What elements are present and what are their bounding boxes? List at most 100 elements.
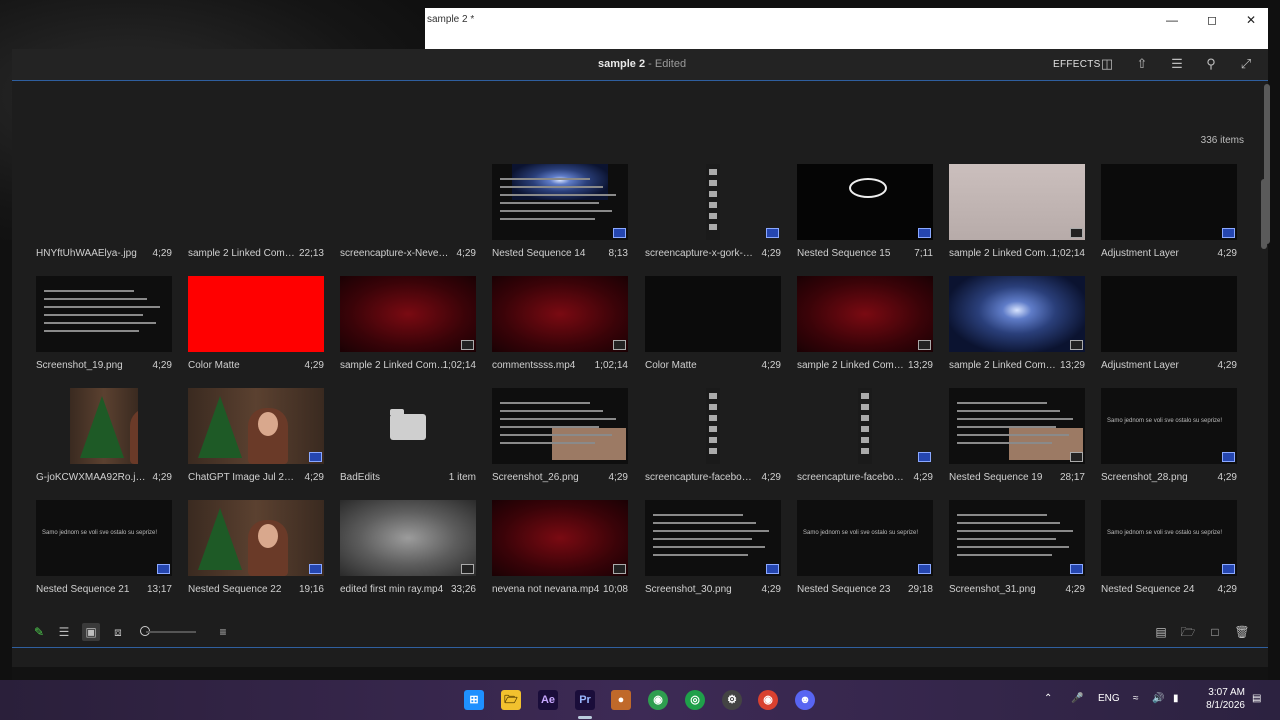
media-item[interactable]: Color Matte 4;29 bbox=[645, 276, 781, 376]
notification-icon[interactable]: ▤ bbox=[1252, 693, 1261, 704]
media-item[interactable]: Nested Sequence 14 8;13 bbox=[492, 164, 628, 264]
media-item[interactable]: commentssss.mp4 1;02;14 bbox=[492, 276, 628, 376]
battery-icon[interactable]: ▮ bbox=[1173, 693, 1179, 704]
media-item[interactable]: Nested Sequence 19 28;17 bbox=[949, 388, 1085, 488]
zoom-slider[interactable] bbox=[146, 631, 196, 633]
media-item[interactable]: Samo jednom se voli sve ostalo su sepriz… bbox=[36, 500, 172, 600]
media-item[interactable]: sample 2 Linked Comp... 1;02;14 bbox=[949, 164, 1085, 264]
media-thumbnail[interactable] bbox=[645, 164, 781, 240]
list-view-icon[interactable]: ☰ bbox=[55, 623, 73, 641]
media-item[interactable]: nevena not nevana.mp4 10;08 bbox=[492, 500, 628, 600]
media-thumbnail[interactable] bbox=[949, 500, 1085, 576]
minimize-button[interactable]: — bbox=[1152, 8, 1192, 32]
media-item[interactable]: ChatGPT Image Jul 20, 20... 4;29 bbox=[188, 388, 324, 488]
chrome-profile-icon[interactable]: ◉ bbox=[758, 690, 778, 710]
media-thumbnail[interactable] bbox=[492, 500, 628, 576]
media-item[interactable]: Nested Sequence 15 7;11 bbox=[797, 164, 933, 264]
tray-chevron-icon[interactable]: ⌃ bbox=[1044, 693, 1052, 704]
media-thumbnail[interactable] bbox=[1101, 276, 1237, 352]
media-item[interactable]: Screenshot_31.png 4;29 bbox=[949, 500, 1085, 600]
panel-scrollbar[interactable] bbox=[1264, 84, 1270, 244]
freeform-view-icon[interactable]: ⧈ bbox=[109, 623, 127, 641]
close-button[interactable]: ✕ bbox=[1231, 8, 1271, 32]
media-thumbnail[interactable]: Samo jednom se voli sve ostalo su sepriz… bbox=[797, 500, 933, 576]
microphone-icon[interactable]: 🎤 bbox=[1071, 693, 1083, 704]
media-item[interactable]: Color Matte 4;29 bbox=[188, 276, 324, 376]
new-bin-icon[interactable]: 🗁 bbox=[1179, 623, 1197, 641]
media-item[interactable]: Screenshot_30.png 4;29 bbox=[645, 500, 781, 600]
media-thumbnail[interactable] bbox=[949, 388, 1085, 464]
media-item[interactable]: sample 2 Linked Comp 0... 13;29 bbox=[949, 276, 1085, 376]
media-item[interactable]: screencapture-x-gork-202... 4;29 bbox=[645, 164, 781, 264]
media-item[interactable]: BadEdits 1 item bbox=[340, 388, 476, 488]
media-item[interactable]: Samo jednom se voli sve ostalo su sepriz… bbox=[797, 500, 933, 600]
media-item[interactable]: Adjustment Layer 4;29 bbox=[1101, 276, 1237, 376]
media-thumbnail[interactable] bbox=[36, 276, 172, 352]
wifi-icon[interactable]: ≈ bbox=[1133, 693, 1139, 704]
language-indicator[interactable]: ENG bbox=[1098, 693, 1120, 704]
windows-start-icon[interactable]: ⊞ bbox=[464, 690, 484, 710]
discord-icon[interactable]: ☻ bbox=[795, 690, 815, 710]
maximize-button[interactable]: ◻ bbox=[1192, 8, 1232, 32]
icon-view-icon[interactable]: ▣ bbox=[82, 623, 100, 641]
media-item[interactable]: sample 2 Linked Comp 0... 22;13 bbox=[188, 164, 324, 264]
menu-lines-icon[interactable]: ☰ bbox=[1168, 55, 1186, 73]
media-thumbnail[interactable] bbox=[340, 500, 476, 576]
media-thumbnail[interactable] bbox=[645, 276, 781, 352]
clock[interactable]: 3:07 AM 8/1/2026 bbox=[1205, 686, 1245, 712]
media-thumbnail[interactable] bbox=[797, 276, 933, 352]
media-thumbnail[interactable] bbox=[188, 500, 324, 576]
gray-app-icon[interactable]: ⚙ bbox=[722, 690, 742, 710]
media-thumbnail[interactable] bbox=[492, 164, 628, 240]
file-explorer-icon[interactable]: 🗁 bbox=[501, 690, 521, 710]
media-thumbnail[interactable] bbox=[949, 164, 1085, 240]
media-thumbnail[interactable] bbox=[340, 388, 476, 464]
automate-to-sequence-icon[interactable]: ▤ bbox=[1152, 623, 1170, 641]
search-icon[interactable]: ⚲ bbox=[1202, 55, 1220, 73]
pencil-icon[interactable]: ✎ bbox=[30, 623, 48, 641]
media-thumbnail[interactable] bbox=[645, 500, 781, 576]
volume-icon[interactable]: 🔊 bbox=[1152, 693, 1164, 704]
effects-button[interactable]: EFFECTS bbox=[1053, 59, 1101, 70]
media-item[interactable]: Adjustment Layer 4;29 bbox=[1101, 164, 1237, 264]
media-item[interactable]: Screenshot_26.png 4;29 bbox=[492, 388, 628, 488]
media-thumbnail[interactable] bbox=[645, 388, 781, 464]
media-item[interactable]: Samo jednom se voli sve ostalo su sepriz… bbox=[1101, 500, 1237, 600]
media-item[interactable]: Nested Sequence 22 19;16 bbox=[188, 500, 324, 600]
green-app-icon[interactable]: ◎ bbox=[685, 690, 705, 710]
after-effects-icon[interactable]: Ae bbox=[538, 690, 558, 710]
media-thumbnail[interactable] bbox=[492, 388, 628, 464]
media-thumbnail[interactable] bbox=[1101, 164, 1237, 240]
media-item[interactable]: sample 2 Linked Comp 0... 13;29 bbox=[797, 276, 933, 376]
media-thumbnail[interactable] bbox=[949, 276, 1085, 352]
panel-layout-icon[interactable]: ◫ bbox=[1098, 55, 1116, 73]
media-item[interactable]: Samo jednom se voli sve ostalo su sepriz… bbox=[1101, 388, 1237, 488]
media-item[interactable]: Screenshot_19.png 4;29 bbox=[36, 276, 172, 376]
media-item[interactable]: G-joKCWXMAA92Ro.jpg 4;29 bbox=[36, 388, 172, 488]
media-thumbnail[interactable] bbox=[70, 388, 138, 464]
media-thumbnail[interactable]: Samo jednom se voli sve ostalo su sepriz… bbox=[36, 500, 172, 576]
media-item[interactable]: screencapture-facebook-n... 4;29 bbox=[797, 388, 933, 488]
orange-app-icon[interactable]: ● bbox=[611, 690, 631, 710]
media-thumbnail[interactable] bbox=[188, 388, 324, 464]
media-thumbnail[interactable] bbox=[797, 164, 933, 240]
media-item[interactable]: HNYftUhWAAElya-.jpg 4;29 bbox=[36, 164, 172, 264]
media-thumbnail[interactable]: Samo jednom se voli sve ostalo su sepriz… bbox=[1101, 500, 1237, 576]
media-thumbnail[interactable] bbox=[188, 276, 324, 352]
media-thumbnail[interactable] bbox=[492, 276, 628, 352]
media-item[interactable]: screencapture-x-NevenaC... 4;29 bbox=[340, 164, 476, 264]
trash-icon[interactable]: 🗑 bbox=[1233, 623, 1251, 641]
media-thumbnail[interactable] bbox=[340, 276, 476, 352]
media-item[interactable]: edited first min ray.mp4 33;26 bbox=[340, 500, 476, 600]
media-thumbnail[interactable]: Samo jednom se voli sve ostalo su sepriz… bbox=[1101, 388, 1237, 464]
premiere-pro-icon[interactable]: Pr bbox=[575, 690, 595, 710]
media-item[interactable]: screencapture-facebook-n... 4;29 bbox=[645, 388, 781, 488]
media-item[interactable]: sample 2 Linked Comp... 1;02;14 bbox=[340, 276, 476, 376]
media-thumbnail[interactable] bbox=[797, 388, 933, 464]
sort-icon[interactable]: ≡ bbox=[214, 623, 232, 641]
window-titlebar[interactable]: sample 2 * — ◻ ✕ bbox=[425, 8, 1268, 32]
chrome-icon[interactable]: ◉ bbox=[648, 690, 668, 710]
new-item-icon[interactable]: □ bbox=[1206, 623, 1224, 641]
share-icon[interactable]: ⇧ bbox=[1133, 55, 1151, 73]
fullscreen-icon[interactable]: ⤢ bbox=[1237, 55, 1255, 73]
